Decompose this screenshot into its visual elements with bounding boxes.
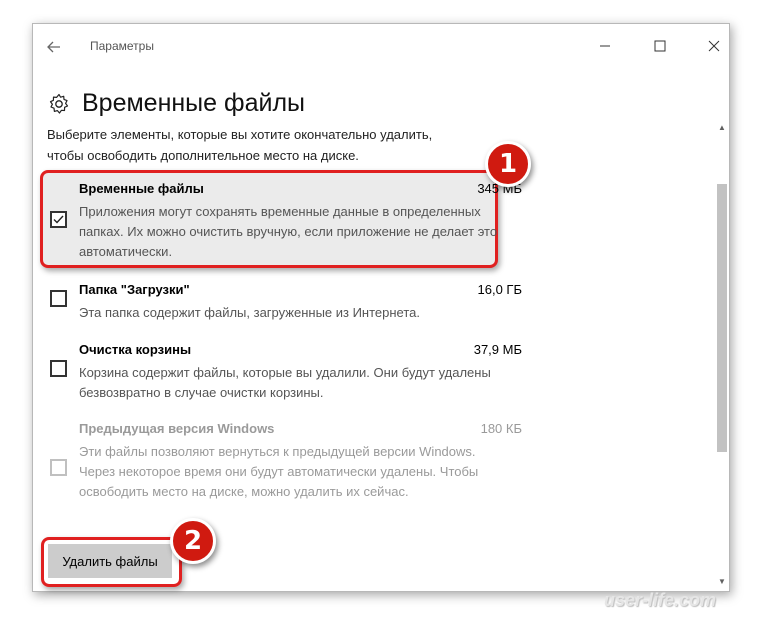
vertical-scrollbar[interactable]: ▲ ▼ [716,122,728,588]
maximize-button[interactable] [645,34,675,60]
checkbox-temp-files[interactable] [50,211,67,228]
gear-icon [49,93,69,114]
item-description: Эта папка содержит файлы, загруженные из… [79,305,421,320]
minimize-button[interactable] [590,34,620,60]
item-name: Временные файлы [79,181,204,196]
back-arrow-icon [47,41,60,53]
item-size: 37,9 МБ [473,342,522,357]
scroll-up-icon[interactable]: ▲ [716,122,728,134]
item-description: Приложения могут сохранять временные дан… [79,204,498,259]
window-title: Параметры [90,39,154,53]
page-description: Выберите элементы, которые вы хотите око… [47,124,707,166]
checkbox-previous-windows [50,459,67,476]
item-description: Корзина содержит файлы, которые вы удали… [79,365,491,400]
item-size: 180 КБ [480,421,522,436]
title-bar: Параметры [33,24,729,70]
item-name: Папка "Загрузки" [79,282,190,297]
description-line: Выберите элементы, которые вы хотите око… [47,127,433,142]
watermark: user-life.com [604,590,717,610]
close-button[interactable] [699,34,729,60]
checkbox-recycle-bin[interactable] [50,360,67,377]
annotation-badge-1: 1 [485,141,531,187]
item-description: Эти файлы позволяют вернуться к предыдущ… [79,444,479,499]
checkmark-icon [53,215,64,224]
minimize-icon [600,45,610,47]
page-title: Временные файлы [82,89,305,117]
description-line: чтобы освободить дополнительное место на… [47,148,359,163]
scroll-down-icon[interactable]: ▼ [716,576,728,588]
back-button[interactable] [43,36,65,58]
maximize-icon [654,40,666,52]
item-name: Предыдущая версия Windows [79,421,275,436]
annotation-badge-2: 2 [170,518,216,564]
item-size: 16,0 ГБ [477,282,522,297]
checkbox-downloads[interactable] [50,290,67,307]
item-name: Очистка корзины [79,342,192,357]
scroll-thumb[interactable] [717,184,727,452]
delete-files-button[interactable]: Удалить файлы [48,544,172,578]
close-icon [708,40,720,52]
